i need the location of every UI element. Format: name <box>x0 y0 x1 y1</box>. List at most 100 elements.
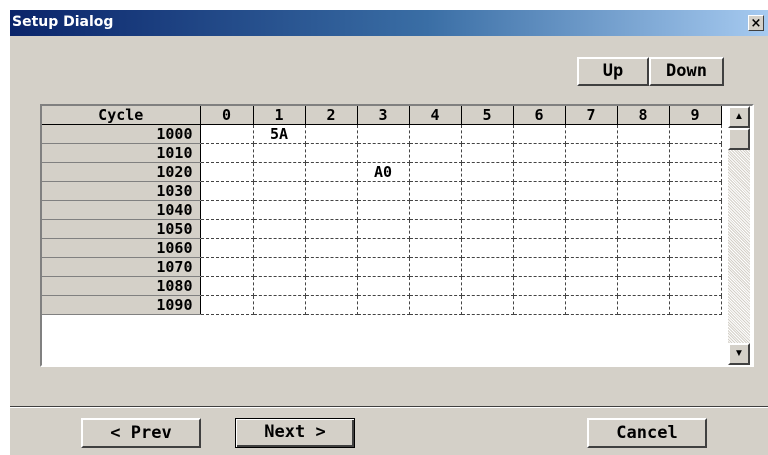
cycle-row-header[interactable]: 1090 <box>42 295 201 315</box>
grid-cell[interactable] <box>305 162 358 182</box>
grid-cell[interactable] <box>200 143 254 163</box>
grid-cell[interactable] <box>461 181 514 201</box>
grid-cell[interactable] <box>357 143 410 163</box>
grid-cell[interactable] <box>253 257 306 277</box>
grid-cell[interactable] <box>409 200 462 220</box>
grid-cell[interactable] <box>669 238 722 258</box>
grid-cell[interactable] <box>669 276 722 296</box>
grid-cell[interactable]: 5A <box>253 124 306 144</box>
grid-cell[interactable] <box>305 295 358 315</box>
grid-cell[interactable] <box>669 181 722 201</box>
grid-cell[interactable] <box>669 200 722 220</box>
grid-cell[interactable] <box>357 276 410 296</box>
column-header-4[interactable]: 4 <box>409 106 462 125</box>
cycle-row-header[interactable]: 1000 <box>42 124 201 144</box>
grid-cell[interactable] <box>513 257 566 277</box>
cycle-row-header[interactable]: 1020 <box>42 162 201 182</box>
grid-cell[interactable] <box>305 257 358 277</box>
cancel-button[interactable]: Cancel <box>587 418 707 448</box>
grid-cell[interactable] <box>305 143 358 163</box>
grid-cell[interactable] <box>305 238 358 258</box>
grid-cell[interactable] <box>513 295 566 315</box>
grid-cell[interactable] <box>200 219 254 239</box>
title-bar[interactable]: Setup Dialog × <box>10 10 768 36</box>
close-button[interactable]: × <box>748 15 764 31</box>
column-header-2[interactable]: 2 <box>305 106 358 125</box>
vertical-scrollbar[interactable]: ▲ ▼ <box>728 106 750 365</box>
column-header-1[interactable]: 1 <box>253 106 306 125</box>
grid-cell[interactable] <box>617 200 670 220</box>
grid-cell[interactable] <box>565 276 618 296</box>
grid-cell[interactable] <box>409 124 462 144</box>
column-header-5[interactable]: 5 <box>461 106 514 125</box>
grid-cell[interactable] <box>617 295 670 315</box>
grid-cell[interactable] <box>617 124 670 144</box>
grid-cell[interactable] <box>253 238 306 258</box>
grid-cell[interactable] <box>253 162 306 182</box>
grid-cell[interactable] <box>461 257 514 277</box>
grid-cell[interactable] <box>461 276 514 296</box>
grid-cell[interactable] <box>305 276 358 296</box>
grid-cell[interactable] <box>617 181 670 201</box>
grid-cell[interactable] <box>409 181 462 201</box>
grid-cell[interactable] <box>513 238 566 258</box>
grid-cell[interactable]: A0 <box>357 162 410 182</box>
grid-cell[interactable] <box>305 124 358 144</box>
cycle-row-header[interactable]: 1010 <box>42 143 201 163</box>
grid-cell[interactable] <box>305 219 358 239</box>
grid-cell[interactable] <box>200 238 254 258</box>
grid-cell[interactable] <box>461 162 514 182</box>
grid-cell[interactable] <box>565 200 618 220</box>
grid-cell[interactable] <box>617 238 670 258</box>
grid-cell[interactable] <box>200 257 254 277</box>
column-header-9[interactable]: 9 <box>669 106 722 125</box>
grid-cell[interactable] <box>409 219 462 239</box>
grid-cell[interactable] <box>357 257 410 277</box>
grid-cell[interactable] <box>669 257 722 277</box>
grid-cell[interactable] <box>669 219 722 239</box>
column-header-6[interactable]: 6 <box>513 106 566 125</box>
grid-cell[interactable] <box>253 181 306 201</box>
grid-cell[interactable] <box>513 200 566 220</box>
grid-cell[interactable] <box>357 200 410 220</box>
grid-cell[interactable] <box>565 181 618 201</box>
grid-cell[interactable] <box>513 276 566 296</box>
cycle-row-header[interactable]: 1080 <box>42 276 201 296</box>
grid-cell[interactable] <box>617 276 670 296</box>
prev-button[interactable]: < Prev <box>81 418 201 448</box>
grid-cell[interactable] <box>617 162 670 182</box>
grid-cell[interactable] <box>461 200 514 220</box>
grid-cell[interactable] <box>617 143 670 163</box>
cycle-row-header[interactable]: 1050 <box>42 219 201 239</box>
down-button[interactable]: Down <box>649 57 724 86</box>
grid-cell[interactable] <box>513 162 566 182</box>
scroll-down-button[interactable]: ▼ <box>728 343 750 365</box>
grid-cell[interactable] <box>669 124 722 144</box>
column-header-7[interactable]: 7 <box>565 106 618 125</box>
grid-cell[interactable] <box>357 219 410 239</box>
grid-cell[interactable] <box>253 276 306 296</box>
grid-cell[interactable] <box>669 143 722 163</box>
grid-cell[interactable] <box>565 295 618 315</box>
grid-cell[interactable] <box>409 143 462 163</box>
grid-cell[interactable] <box>565 238 618 258</box>
grid-cell[interactable] <box>461 143 514 163</box>
cycle-row-header[interactable]: 1030 <box>42 181 201 201</box>
grid-cell[interactable] <box>357 124 410 144</box>
grid-cell[interactable] <box>409 295 462 315</box>
grid-cell[interactable] <box>305 181 358 201</box>
next-button[interactable]: Next > <box>235 418 355 448</box>
grid-cell[interactable] <box>565 143 618 163</box>
cycle-row-header[interactable]: 1040 <box>42 200 201 220</box>
grid-cell[interactable] <box>513 143 566 163</box>
grid-cell[interactable] <box>357 181 410 201</box>
grid-cell[interactable] <box>513 219 566 239</box>
grid-cell[interactable] <box>461 295 514 315</box>
grid-cell[interactable] <box>305 200 358 220</box>
grid-cell[interactable] <box>200 200 254 220</box>
column-header-8[interactable]: 8 <box>617 106 670 125</box>
grid-cell[interactable] <box>357 295 410 315</box>
grid-cell[interactable] <box>617 257 670 277</box>
grid-cell[interactable] <box>461 219 514 239</box>
scroll-thumb[interactable] <box>728 128 750 150</box>
